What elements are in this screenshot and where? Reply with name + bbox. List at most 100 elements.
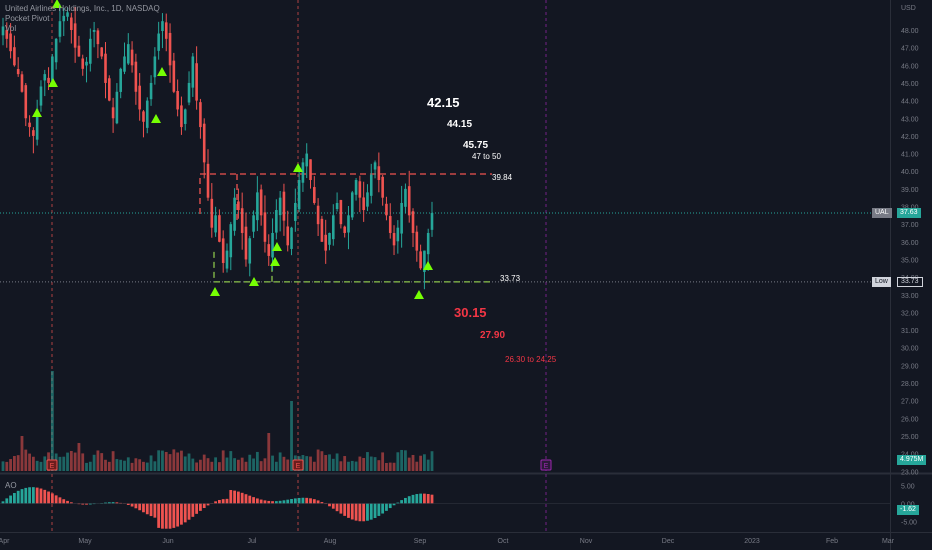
candle bbox=[252, 215, 255, 232]
candle bbox=[168, 32, 172, 66]
candle bbox=[278, 197, 282, 216]
volume-bar bbox=[183, 456, 187, 471]
ao-bar bbox=[328, 503, 331, 507]
ao-bar bbox=[252, 497, 255, 504]
month-label: Jun bbox=[162, 538, 173, 545]
ao-bar bbox=[236, 491, 240, 504]
candle bbox=[400, 202, 403, 234]
earnings-marker-label: E bbox=[296, 463, 301, 470]
candle bbox=[202, 123, 206, 163]
price-tick: 37.00 bbox=[901, 222, 919, 229]
volume-bar bbox=[362, 457, 366, 471]
volume-bar bbox=[274, 461, 278, 471]
ao-value-tag: -1.62 bbox=[897, 505, 919, 515]
price-tick: 36.00 bbox=[901, 240, 919, 247]
ao-bar bbox=[54, 495, 58, 504]
ao-bar bbox=[43, 489, 47, 504]
candle bbox=[244, 226, 248, 260]
resistance-line bbox=[199, 173, 492, 215]
month-label: Nov bbox=[580, 538, 593, 545]
candle bbox=[350, 192, 354, 218]
ao-bar bbox=[259, 499, 263, 504]
candle bbox=[301, 162, 305, 183]
candle bbox=[119, 68, 122, 92]
low-label-tag: Low bbox=[872, 277, 891, 287]
volume-bar bbox=[5, 461, 9, 471]
month-label: Oct bbox=[498, 538, 509, 545]
volume-bar bbox=[81, 453, 85, 471]
candle bbox=[369, 174, 373, 196]
volume-bar bbox=[134, 458, 138, 471]
price-tick: 46.00 bbox=[901, 63, 919, 70]
ao-bar bbox=[423, 493, 426, 504]
ao-bar bbox=[381, 503, 385, 514]
ao-bar bbox=[293, 498, 297, 504]
candle bbox=[111, 107, 115, 119]
volume-bar bbox=[16, 455, 20, 471]
price-tick: 44.00 bbox=[901, 99, 919, 106]
candle bbox=[164, 22, 168, 39]
ao-bar bbox=[206, 503, 210, 506]
candle bbox=[377, 166, 381, 181]
price-tick: 31.00 bbox=[901, 328, 919, 335]
ao-bar bbox=[35, 487, 39, 504]
candle bbox=[145, 100, 149, 128]
candle bbox=[237, 201, 240, 211]
candle bbox=[385, 203, 388, 216]
ao-bar bbox=[142, 503, 145, 513]
ao-bar bbox=[358, 503, 362, 522]
ao-bar bbox=[248, 495, 252, 504]
candle bbox=[240, 208, 244, 233]
ao-tick: -5.00 bbox=[901, 520, 917, 527]
ao-bar bbox=[62, 499, 66, 504]
volume-bar bbox=[426, 459, 430, 471]
volume-bar bbox=[396, 452, 400, 471]
candle bbox=[225, 250, 229, 269]
ao-bar bbox=[343, 503, 347, 516]
candle bbox=[347, 215, 350, 233]
volume-bar bbox=[263, 458, 267, 471]
ao-bar bbox=[282, 500, 286, 504]
volume-bar bbox=[404, 450, 407, 471]
candle bbox=[419, 251, 422, 269]
candle bbox=[354, 180, 358, 195]
candle bbox=[115, 91, 119, 124]
volume-bar bbox=[50, 371, 54, 471]
ao-bar bbox=[50, 493, 54, 504]
candle bbox=[130, 49, 134, 66]
ao-bar bbox=[161, 503, 164, 529]
candle bbox=[142, 111, 145, 122]
volume-bar bbox=[142, 461, 145, 471]
candle bbox=[388, 216, 392, 233]
ual-price-tag: 37.63 bbox=[897, 208, 921, 218]
candle bbox=[411, 211, 415, 233]
ao-bar bbox=[388, 503, 392, 509]
price-tick: 28.00 bbox=[901, 381, 919, 388]
candle bbox=[47, 77, 50, 83]
volume-bar bbox=[255, 451, 259, 471]
volume-bar bbox=[411, 454, 415, 471]
volume-bar bbox=[229, 451, 233, 471]
price-tick: 42.00 bbox=[901, 134, 919, 141]
ao-bar bbox=[369, 503, 373, 520]
price-tick: 40.00 bbox=[901, 169, 919, 176]
support-label: 33.73 bbox=[500, 274, 521, 283]
candle bbox=[381, 176, 384, 198]
ao-bar bbox=[5, 498, 9, 504]
price-chart[interactable]: USD 48.00 47.00 46.00 45.00 44.00 43.00 42.00 41… bbox=[0, 0, 932, 550]
month-label: Mar bbox=[882, 538, 895, 545]
volume-bar bbox=[9, 459, 12, 471]
volume-bar bbox=[392, 462, 396, 471]
volume-bar bbox=[400, 449, 404, 471]
ao-bar bbox=[335, 503, 339, 512]
ao-bar bbox=[149, 503, 153, 517]
volume-bar bbox=[354, 461, 358, 471]
volume-bar bbox=[366, 452, 369, 471]
price-tick: 32.00 bbox=[901, 310, 919, 317]
price-tick: 43.00 bbox=[901, 116, 919, 123]
ao-bar bbox=[225, 498, 229, 504]
volume-bar bbox=[43, 456, 47, 471]
pocket-pivot-marker bbox=[151, 114, 161, 123]
volume-bar bbox=[236, 459, 240, 471]
ao-bar bbox=[153, 503, 157, 518]
